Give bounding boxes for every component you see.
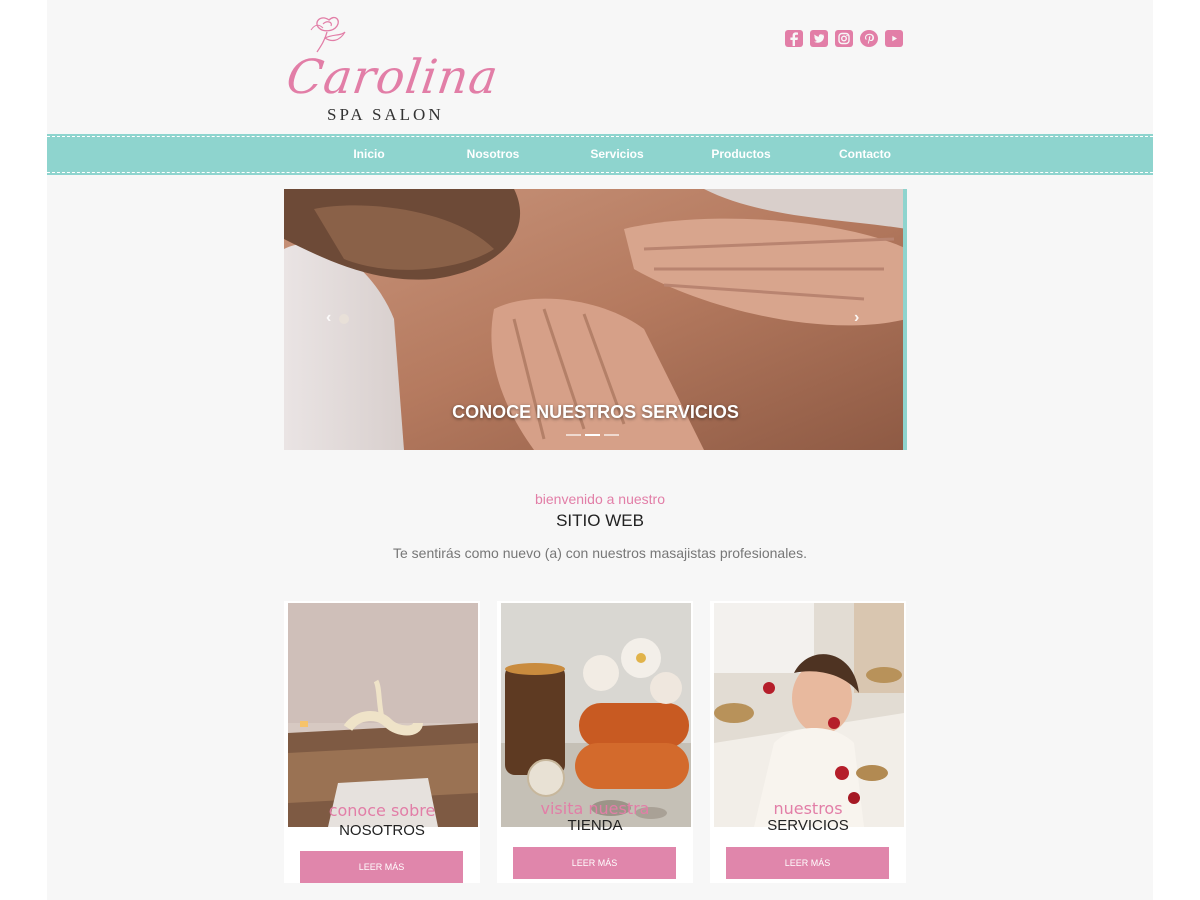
card-script: conoce sobre [328,801,436,820]
card-servicios: nuestros SERVICIOS LEER MÁS [710,601,906,883]
card-title: SERVICIOS [767,817,849,834]
pinterest-icon[interactable] [860,30,878,47]
card-image [288,603,478,827]
instagram-icon[interactable] [835,30,853,47]
rose-icon [310,16,346,53]
welcome-kicker: bienvenido a nuestro [535,491,665,507]
card-read-more-button[interactable]: LEER MÁS [726,847,889,879]
welcome-text: Te sentirás como nuevo (a) con nuestros … [393,545,807,561]
nav-item-productos[interactable]: Productos [679,134,803,175]
main-nav: Inicio Nosotros Servicios Productos Cont… [47,134,1153,175]
nav-item-nosotros[interactable]: Nosotros [431,134,555,175]
card-read-more-button[interactable]: LEER MÁS [513,847,676,879]
card-image [714,603,904,827]
nav-item-inicio[interactable]: Inicio [307,134,431,175]
card-nosotros: conoce sobre NOSOTROS LEER MÁS [284,601,480,883]
card-title: NOSOTROS [339,822,425,839]
card-tienda: visita nuestra TIENDA LEER MÁS [497,601,693,883]
nav-item-servicios[interactable]: Servicios [555,134,679,175]
brand-name: Carolina [283,50,502,105]
slider-prev-arrow[interactable]: ‹ [326,309,331,327]
facebook-icon[interactable] [785,30,803,47]
brand-tagline: SPA SALON [327,105,444,124]
card-read-more-button[interactable]: LEER MÁS [300,851,463,883]
card-script: nuestros [773,799,843,818]
slider-dots [566,434,619,436]
card-image [501,603,691,827]
slider-dot-1[interactable] [566,434,581,436]
slider-caption: CONOCE NUESTROS SERVICIOS [452,402,739,422]
card-title: TIENDA [567,817,623,834]
nav-item-contacto[interactable]: Contacto [803,134,927,175]
welcome-title: SITIO WEB [556,511,644,530]
card-script: visita nuestra [540,799,650,818]
slider-dot-3[interactable] [604,434,619,436]
youtube-icon[interactable] [885,30,903,47]
slider-dot-2[interactable] [585,434,600,436]
logo[interactable]: Carolina SPA SALON [283,12,502,130]
twitter-icon[interactable] [810,30,828,47]
slider-next-arrow[interactable]: › [854,309,859,327]
page: Carolina SPA SALON Inicio Nosotros Servi… [47,0,1153,900]
social-links [785,30,903,47]
